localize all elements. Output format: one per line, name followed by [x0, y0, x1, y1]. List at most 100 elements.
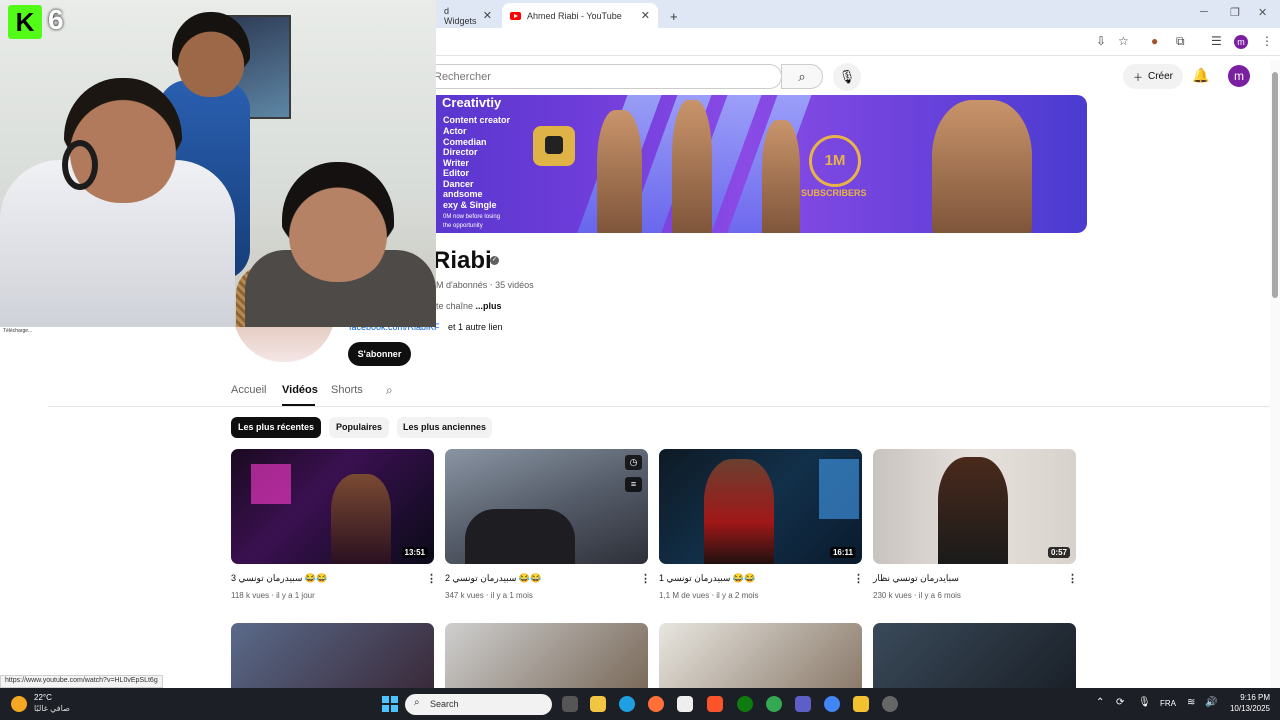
tab-videos[interactable]: Vidéos [282, 384, 318, 396]
taskbar-date[interactable]: 10/13/2025 [1220, 704, 1270, 713]
extension-cookie-icon[interactable]: ● [1151, 34, 1158, 48]
channel-description[interactable]: te chaîne ...plus [436, 301, 502, 311]
banner-role: Editor [443, 168, 469, 178]
tab-label: d Widgets [444, 5, 477, 26]
video-thumbnail[interactable]: ◷ ≡ [445, 449, 648, 564]
banner-role: andsome [443, 189, 483, 199]
video-thumbnail[interactable]: 0:57 [873, 449, 1076, 564]
banner-role: Content creator [443, 115, 511, 125]
app-icon[interactable] [853, 696, 869, 712]
browser-menu-icon[interactable]: ⋮ [1261, 34, 1273, 48]
video-thumbnail[interactable] [231, 623, 434, 688]
add-to-queue-icon[interactable]: ≡ [625, 477, 642, 492]
video-menu-icon[interactable]: ⋮ [853, 572, 864, 585]
banner-role: Director [443, 147, 478, 157]
video-thumbnail[interactable]: 16:11 [659, 449, 862, 564]
tab-label: Ahmed Riabi - YouTube [527, 10, 622, 21]
video-thumbnail[interactable] [659, 623, 862, 688]
video-title[interactable]: 2 سبيدرمان تونسي 😂😂 [445, 573, 625, 584]
install-icon[interactable]: ⇩ [1096, 34, 1106, 48]
extensions-icon[interactable]: ⧉ [1176, 34, 1185, 49]
channel-meta: M d'abonnés ‧ 35 vidéos [436, 280, 534, 290]
obs-icon[interactable] [882, 696, 898, 712]
chip-oldest[interactable]: Les plus anciennes [397, 417, 492, 438]
minimize-icon[interactable]: ─ [1200, 6, 1208, 18]
video-title[interactable]: 3 سبيدرمان تونسي 😂😂 [231, 573, 411, 584]
thumb-wheel [465, 509, 575, 564]
banner-subscribers: SUBSCRIBERS [801, 188, 867, 198]
tab-widgets[interactable]: d Widgets ✕ [436, 3, 500, 28]
file-explorer-icon[interactable] [590, 696, 606, 712]
search-input[interactable]: Rechercher [420, 64, 782, 89]
youtube-icon [510, 11, 521, 20]
chip-recent[interactable]: Les plus récentes [231, 417, 321, 438]
channel-more-links[interactable]: et 1 autre lien [448, 322, 503, 332]
task-view-icon[interactable] [562, 696, 578, 712]
maximize-icon[interactable]: ❐ [1230, 6, 1240, 19]
close-icon[interactable]: ✕ [641, 9, 650, 22]
more-link[interactable]: ...plus [476, 301, 502, 311]
window-close-icon[interactable]: ✕ [1258, 6, 1267, 19]
download-label: Télécharge... [3, 328, 33, 334]
person-right-head [282, 162, 394, 282]
windows-start-icon[interactable] [382, 696, 398, 712]
thumb-figure [938, 457, 1008, 564]
video-menu-icon[interactable]: ⋮ [640, 572, 651, 585]
create-button[interactable]: ＋ Créer [1123, 64, 1183, 89]
tab-shorts[interactable]: Shorts [331, 384, 363, 396]
new-tab-icon[interactable]: + [662, 4, 686, 29]
xbox-icon[interactable] [737, 696, 753, 712]
teams-icon[interactable] [795, 696, 811, 712]
channel-search-icon[interactable]: ⌕ [386, 383, 393, 398]
banner-role: Comedian [443, 137, 487, 147]
firefox-icon[interactable] [648, 696, 664, 712]
notifications-bell-icon[interactable]: 🔔 [1192, 67, 1209, 84]
banner-role: Writer [443, 158, 469, 168]
tray-chevron-icon[interactable]: ⌃ [1096, 697, 1104, 708]
wifi-icon[interactable]: ≋ [1187, 697, 1195, 708]
video-title[interactable]: سبايدرمان تونسي نظار [873, 573, 1053, 584]
close-icon[interactable]: ✕ [483, 9, 492, 22]
weather-icon[interactable] [11, 696, 27, 712]
watch-later-icon[interactable]: ◷ [625, 455, 642, 470]
search-icon[interactable]: ⌕ [781, 64, 823, 89]
video-thumbnail[interactable] [873, 623, 1076, 688]
video-meta: 347 k vues ‧ il y a 1 mois [445, 591, 533, 600]
tab-accueil[interactable]: Accueil [231, 384, 266, 396]
profile-avatar[interactable]: m [1234, 35, 1248, 49]
weather-desc: صافي غالبًا [34, 704, 70, 713]
video-thumbnail[interactable] [445, 623, 648, 688]
account-avatar[interactable]: m [1228, 65, 1250, 87]
subscribe-button[interactable]: S'abonner [348, 342, 411, 366]
video-meta: 118 k vues ‧ il y a 1 jour [231, 591, 315, 600]
taskbar-time[interactable]: 9:16 PM [1224, 693, 1270, 702]
windows-taskbar: 22°C صافي غالبًا Search ⌕ ⌃ ⟳ 🎙 FRA ≋ 🔊 … [0, 688, 1280, 720]
taskbar-search[interactable]: Search [405, 694, 552, 715]
tab-youtube[interactable]: Ahmed Riabi - YouTube ✕ [502, 3, 658, 28]
channel-name: Riabi [433, 247, 492, 274]
microphone-icon[interactable]: 🎙 [833, 63, 861, 91]
edge-icon[interactable] [619, 696, 635, 712]
chip-popular[interactable]: Populaires [329, 417, 389, 438]
chrome-icon[interactable] [766, 696, 782, 712]
scrollbar-thumb[interactable] [1272, 72, 1278, 298]
banner-figure [672, 100, 712, 233]
video-meta: 230 k vues ‧ il y a 6 mois [873, 591, 961, 600]
tray-sync-icon[interactable]: ⟳ [1116, 697, 1124, 708]
chrome-active-icon[interactable] [824, 696, 840, 712]
store-icon[interactable] [677, 696, 693, 712]
banner-note: 0M now before losing [443, 214, 501, 220]
video-title[interactable]: 1 سبيدرمان تونسي 😂😂 [659, 573, 839, 584]
volume-icon[interactable]: 🔊 [1205, 697, 1217, 708]
stream-logo: K [8, 5, 42, 39]
video-menu-icon[interactable]: ⋮ [1067, 572, 1078, 585]
video-menu-icon[interactable]: ⋮ [426, 572, 437, 585]
video-thumbnail[interactable]: 13:51 [231, 449, 434, 564]
language-indicator[interactable]: FRA [1160, 699, 1176, 708]
reading-list-icon[interactable]: ☰ [1211, 34, 1222, 48]
bookmark-star-icon[interactable]: ☆ [1118, 34, 1129, 48]
tabs-divider [48, 406, 1270, 407]
create-label: Créer [1147, 71, 1173, 82]
tray-mic-icon[interactable]: 🎙 [1138, 697, 1151, 708]
brave-icon[interactable] [707, 696, 723, 712]
